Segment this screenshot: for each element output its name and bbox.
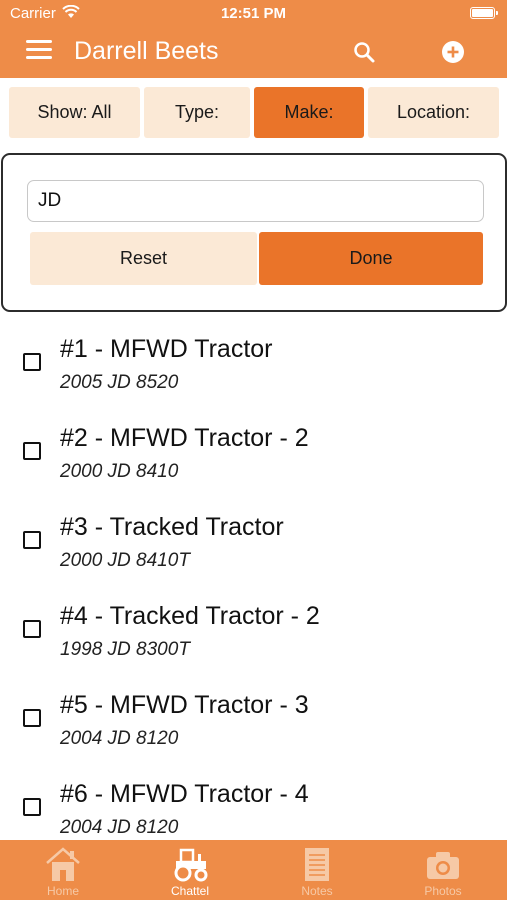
tab-label: Photos xyxy=(424,884,462,898)
item-subtitle: 2004 JD 8120 xyxy=(60,817,179,838)
home-icon xyxy=(46,847,80,881)
menu-button[interactable] xyxy=(26,40,52,62)
item-checkbox[interactable] xyxy=(23,531,41,549)
status-bar: Carrier 12:51 PM xyxy=(0,0,507,28)
make-input[interactable] xyxy=(27,180,484,222)
item-checkbox[interactable] xyxy=(23,798,41,816)
tab-notes[interactable]: Notes xyxy=(254,840,380,900)
add-icon[interactable] xyxy=(441,40,465,64)
list-item[interactable]: #3 - Tracked Tractor 2000 JD 8410T xyxy=(0,496,507,585)
item-title: #4 - Tracked Tractor - 2 xyxy=(60,602,320,630)
list-item[interactable]: #6 - MFWD Tractor - 4 2004 JD 8120 xyxy=(0,763,507,852)
filter-make-button[interactable]: Make: xyxy=(254,87,364,138)
filter-location-button[interactable]: Location: xyxy=(368,87,499,138)
list-item[interactable]: #1 - MFWD Tractor 2005 JD 8520 xyxy=(0,318,507,407)
filter-show-button[interactable]: Show: All xyxy=(9,87,140,138)
hamburger-icon xyxy=(26,40,52,43)
clock: 12:51 PM xyxy=(220,5,287,22)
filter-type-button[interactable]: Type: xyxy=(144,87,250,138)
page-title: Darrell Beets xyxy=(74,37,219,65)
tab-label: Home xyxy=(46,884,79,898)
item-checkbox[interactable] xyxy=(23,620,41,638)
list-item[interactable]: #2 - MFWD Tractor - 2 2000 JD 8410 xyxy=(0,407,507,496)
item-checkbox[interactable] xyxy=(23,709,41,727)
item-subtitle: 2004 JD 8120 xyxy=(60,728,179,749)
reset-button[interactable]: Reset xyxy=(30,232,257,285)
list-item[interactable]: #5 - MFWD Tractor - 3 2004 JD 8120 xyxy=(0,674,507,763)
tab-home[interactable]: Home xyxy=(0,840,126,900)
chattel-list: #1 - MFWD Tractor 2005 JD 8520 #2 - MFWD… xyxy=(0,318,507,852)
item-title: #1 - MFWD Tractor xyxy=(60,335,273,363)
notes-icon xyxy=(305,848,329,881)
item-title: #5 - MFWD Tractor - 3 xyxy=(60,691,309,719)
tab-bar: Home Chattel Notes Photos xyxy=(0,840,507,900)
item-checkbox[interactable] xyxy=(23,442,41,460)
app-header: Carrier 12:51 PM Darrell Beets xyxy=(0,0,507,78)
search-icon[interactable] xyxy=(352,40,376,64)
item-subtitle: 2005 JD 8520 xyxy=(60,372,179,393)
tab-photos[interactable]: Photos xyxy=(380,840,506,900)
camera-icon xyxy=(427,852,459,879)
tab-label: Notes xyxy=(301,884,333,898)
item-title: #6 - MFWD Tractor - 4 xyxy=(60,780,309,808)
make-filter-popover: Reset Done xyxy=(1,153,507,312)
tab-chattel[interactable]: Chattel xyxy=(127,840,253,900)
done-button[interactable]: Done xyxy=(259,232,483,285)
item-subtitle: 1998 JD 8300T xyxy=(60,639,190,660)
battery-icon xyxy=(470,7,498,19)
item-title: #3 - Tracked Tractor xyxy=(60,513,284,541)
item-subtitle: 2000 JD 8410T xyxy=(60,550,190,571)
item-subtitle: 2000 JD 8410 xyxy=(60,461,179,482)
tab-label: Chattel xyxy=(170,884,210,898)
tractor-icon xyxy=(174,848,208,882)
item-checkbox[interactable] xyxy=(23,353,41,371)
filter-bar: Show: All Type: Make: Location: xyxy=(0,78,507,148)
list-item[interactable]: #4 - Tracked Tractor - 2 1998 JD 8300T xyxy=(0,585,507,674)
item-title: #2 - MFWD Tractor - 2 xyxy=(60,424,309,452)
